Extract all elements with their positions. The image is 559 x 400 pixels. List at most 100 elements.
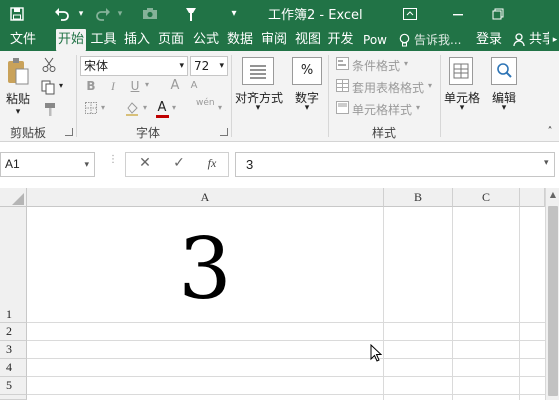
borders-dropdown-icon[interactable]: ▾: [99, 103, 107, 112]
tab-tools[interactable]: 工具: [89, 29, 118, 51]
font-name-select[interactable]: 宋体 ▾: [80, 56, 188, 76]
customize-dropdown-icon[interactable]: ▾: [226, 0, 242, 27]
column-header-c[interactable]: C: [453, 188, 520, 207]
table-dropdown-icon[interactable]: ▾: [426, 81, 434, 90]
gridline: [27, 340, 545, 341]
restore-icon[interactable]: [486, 0, 510, 27]
row-header-5[interactable]: 5: [0, 377, 27, 395]
font-size-select[interactable]: 72 ▾: [190, 56, 228, 76]
name-box[interactable]: A1 ▾: [0, 152, 95, 177]
ribbon-display-icon[interactable]: [398, 0, 422, 27]
share-button[interactable]: 共享: [529, 29, 549, 51]
tab-page-layout[interactable]: 页面: [156, 29, 186, 51]
redo-dropdown-icon[interactable]: ▾: [115, 0, 125, 27]
copy-icon[interactable]: [40, 80, 58, 96]
share-user-icon[interactable]: [512, 29, 526, 51]
row-header-1[interactable]: 1: [0, 207, 27, 323]
cells-icon[interactable]: [449, 57, 473, 85]
shrink-font-button[interactable]: A: [188, 80, 200, 91]
paste-button[interactable]: 粘贴: [4, 90, 32, 107]
row-header-6[interactable]: [0, 395, 27, 400]
conditional-format-button[interactable]: 条件格式: [352, 57, 400, 74]
font-color-button[interactable]: A: [155, 100, 169, 115]
gridline: [27, 322, 545, 323]
undo-dropdown-icon[interactable]: ▾: [76, 0, 86, 27]
underline-button[interactable]: U: [128, 79, 142, 93]
table-format-icon[interactable]: [335, 79, 349, 93]
cell-styles-dropdown-icon[interactable]: ▾: [414, 103, 422, 112]
bold-button[interactable]: B: [84, 79, 98, 93]
clipboard-launcher-icon[interactable]: [65, 128, 73, 136]
select-all-button[interactable]: [0, 188, 27, 207]
underline-dropdown-icon[interactable]: ▾: [143, 80, 151, 89]
font-color-dropdown-icon[interactable]: ▾: [170, 103, 178, 112]
tab-insert[interactable]: 插入: [121, 29, 153, 51]
gridline: [27, 376, 545, 377]
tab-powerpivot[interactable]: Pow: [359, 29, 391, 51]
column-header-b[interactable]: B: [384, 188, 453, 207]
scroll-up-icon[interactable]: ▲: [548, 190, 558, 199]
sign-in-link[interactable]: 登录: [474, 29, 504, 51]
save-icon[interactable]: [6, 0, 28, 27]
italic-button[interactable]: I: [106, 79, 120, 94]
camera-icon[interactable]: [138, 0, 162, 27]
font-name-value: 宋体: [84, 59, 109, 73]
copy-dropdown-icon[interactable]: ▾: [57, 81, 65, 90]
number-dropdown-icon[interactable]: ▾: [300, 103, 314, 113]
phonetic-button[interactable]: wén: [196, 98, 215, 108]
cell-styles-icon[interactable]: [335, 101, 349, 115]
scroll-thumb[interactable]: [548, 206, 558, 396]
tab-file[interactable]: 文件: [6, 29, 40, 51]
chevron-down-icon: ▾: [219, 61, 224, 71]
number-format-icon[interactable]: %: [292, 57, 322, 85]
format-painter-brush-icon[interactable]: [41, 102, 59, 118]
cancel-icon[interactable]: ✕: [136, 155, 154, 171]
tab-view[interactable]: 视图: [292, 29, 324, 51]
expand-formula-icon[interactable]: ▾: [544, 158, 554, 168]
format-painter-icon[interactable]: [180, 0, 202, 27]
minimize-icon[interactable]: [446, 0, 470, 27]
tell-me-search[interactable]: 告诉我...: [414, 29, 466, 51]
font-launcher-icon[interactable]: [220, 128, 228, 136]
editing-dropdown-icon[interactable]: ▾: [497, 103, 511, 113]
formula-bar: A1 ▾ ⋮ ✕ ✓ fx 3 ▾: [0, 142, 559, 186]
lightbulb-icon[interactable]: [396, 29, 412, 51]
tab-developer[interactable]: 开发: [326, 29, 355, 51]
cell-a1[interactable]: 3: [27, 216, 383, 322]
undo-icon[interactable]: [50, 0, 74, 27]
fill-color-icon[interactable]: [124, 101, 140, 117]
scroll-right-icon[interactable]: ▸: [551, 29, 559, 51]
tab-home[interactable]: 开始: [56, 29, 86, 51]
alignment-dropdown-icon[interactable]: ▾: [251, 103, 265, 113]
insert-function-icon[interactable]: fx: [202, 156, 222, 171]
paste-dropdown-icon[interactable]: ▾: [10, 107, 26, 117]
alignment-icon[interactable]: [242, 57, 274, 85]
redo-icon[interactable]: [92, 0, 114, 27]
column-header-d[interactable]: [520, 188, 545, 207]
tab-formulas[interactable]: 公式: [190, 29, 222, 51]
collapse-ribbon-icon[interactable]: ˄: [544, 126, 556, 137]
row-header-4[interactable]: 4: [0, 359, 27, 377]
search-icon[interactable]: [491, 57, 517, 85]
table-format-button[interactable]: 套用表格格式: [352, 79, 424, 96]
grow-font-button[interactable]: A: [168, 78, 182, 93]
vertical-scrollbar[interactable]: ▲: [545, 188, 559, 400]
column-header-a[interactable]: A: [27, 188, 384, 207]
chevron-down-icon: ▾: [179, 61, 184, 71]
row-header-3[interactable]: 3: [0, 341, 27, 359]
tab-data[interactable]: 数据: [224, 29, 256, 51]
enter-icon[interactable]: ✓: [170, 155, 188, 171]
cut-icon[interactable]: [40, 57, 58, 73]
cell-styles-button[interactable]: 单元格样式: [352, 101, 412, 118]
row-header-2[interactable]: 2: [0, 323, 27, 341]
drag-handle-icon[interactable]: ⋮: [108, 155, 118, 172]
phonetic-dropdown-icon[interactable]: ▾: [216, 103, 224, 112]
fill-dropdown-icon[interactable]: ▾: [141, 103, 149, 112]
formula-input[interactable]: 3: [235, 152, 555, 177]
tab-review[interactable]: 审阅: [258, 29, 290, 51]
conditional-format-icon[interactable]: [335, 57, 349, 71]
conditional-dropdown-icon[interactable]: ▾: [402, 59, 410, 68]
paste-icon[interactable]: [6, 57, 30, 87]
borders-icon[interactable]: [84, 102, 98, 116]
cells-dropdown-icon[interactable]: ▾: [455, 103, 469, 113]
